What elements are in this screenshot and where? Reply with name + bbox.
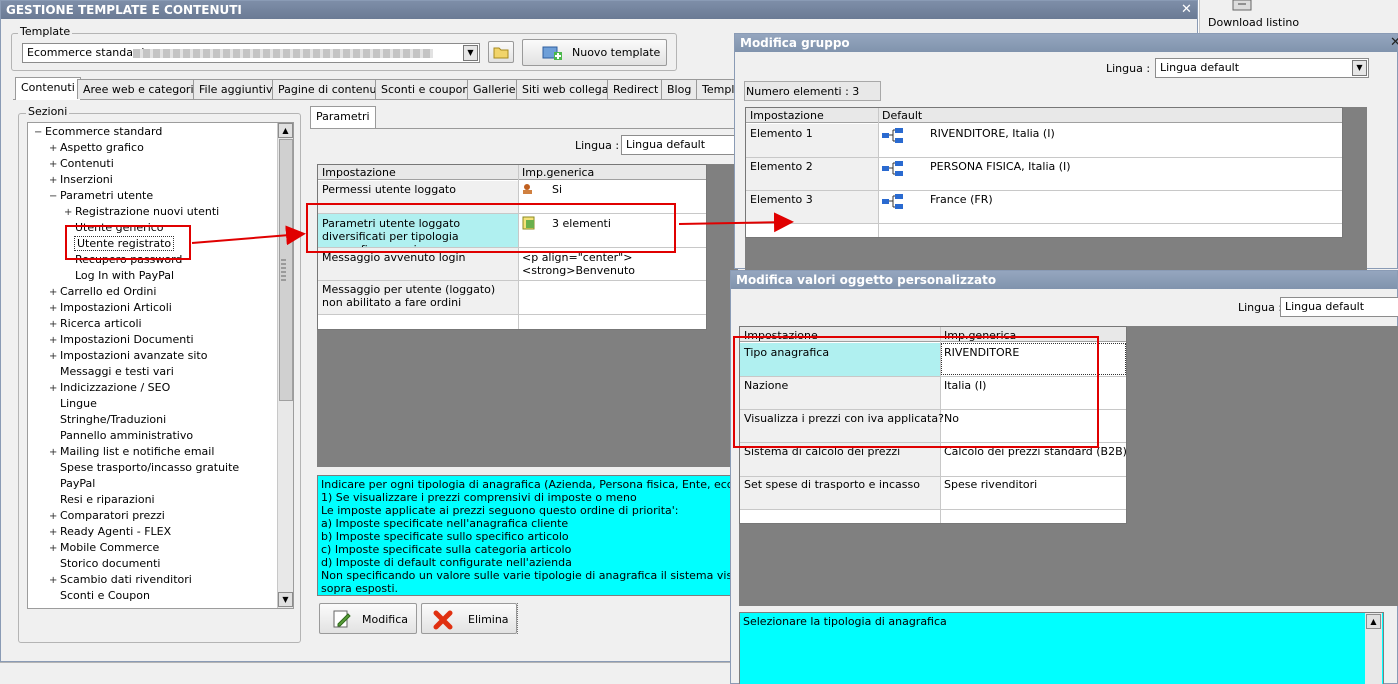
annotation-arrow bbox=[678, 212, 794, 233]
annotation-arrow bbox=[191, 225, 306, 246]
annotation-arrows bbox=[191, 212, 794, 246]
